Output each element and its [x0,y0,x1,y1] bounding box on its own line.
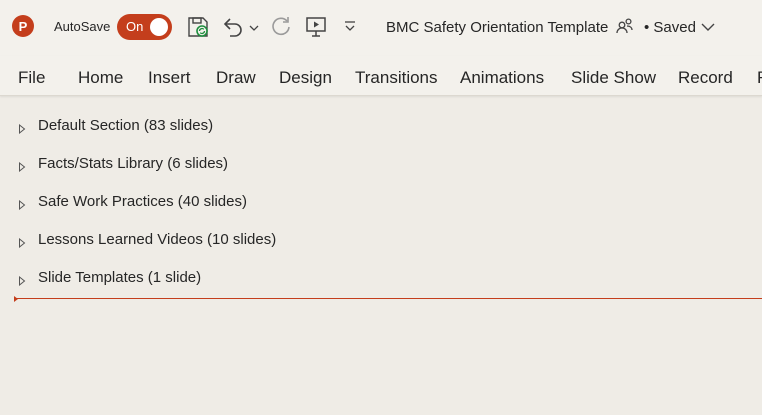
save-status-chevron-icon[interactable] [701,20,715,38]
section-slide-templates[interactable]: Slide Templates (1 slide) [0,264,762,292]
section-label: Safe Work Practices (40 slides) [38,193,247,210]
insertion-line [15,298,762,299]
section-default[interactable]: Default Section (83 slides) [0,112,762,140]
section-label: Lessons Learned Videos (10 slides) [38,231,277,248]
tab-insert[interactable]: Insert [148,68,191,88]
expand-section-icon[interactable] [18,273,26,291]
tab-slide-show[interactable]: Slide Show [571,68,656,88]
section-lessons-learned-videos[interactable]: Lessons Learned Videos (10 slides) [0,226,762,254]
shared-users-icon[interactable] [616,17,634,40]
powerpoint-logo-icon: P [12,15,36,37]
expand-section-icon[interactable] [18,121,26,139]
ribbon-tab-bar: File Home Insert Draw Design Transitions… [0,56,762,96]
save-icon[interactable] [186,15,210,44]
redo-icon[interactable] [269,15,293,44]
expand-section-icon[interactable] [18,235,26,253]
tab-draw[interactable]: Draw [216,68,256,88]
section-label: Facts/Stats Library (6 slides) [38,155,229,172]
title-bar: P AutoSave On BMC Safety Orientation Tem… [0,0,762,56]
tab-review[interactable]: R [757,68,762,88]
expand-section-icon[interactable] [18,159,26,177]
toggle-knob [150,18,168,36]
autosave-state: On [126,19,144,34]
section-label: Default Section (83 slides) [38,117,214,134]
tab-home[interactable]: Home [78,68,123,88]
save-status[interactable]: • Saved [644,19,696,36]
document-title[interactable]: BMC Safety Orientation Template [386,19,608,36]
section-safe-work-practices[interactable]: Safe Work Practices (40 slides) [0,188,762,216]
autosave-toggle[interactable]: On [117,14,172,40]
present-from-beginning-icon[interactable] [304,15,328,44]
tab-animations[interactable]: Animations [460,68,544,88]
insertion-marker [14,296,18,302]
autosave-label: AutoSave [54,19,111,34]
customize-toolbar-icon[interactable] [343,20,357,39]
undo-dropdown-chevron-icon[interactable] [249,20,259,38]
tab-file[interactable]: File [18,68,45,88]
tab-record[interactable]: Record [678,68,733,88]
expand-section-icon[interactable] [18,197,26,215]
tab-transitions[interactable]: Transitions [355,68,438,88]
undo-icon[interactable] [221,15,245,44]
section-label: Slide Templates (1 slide) [38,269,202,286]
section-facts-stats-library[interactable]: Facts/Stats Library (6 slides) [0,150,762,178]
tab-design[interactable]: Design [279,68,332,88]
